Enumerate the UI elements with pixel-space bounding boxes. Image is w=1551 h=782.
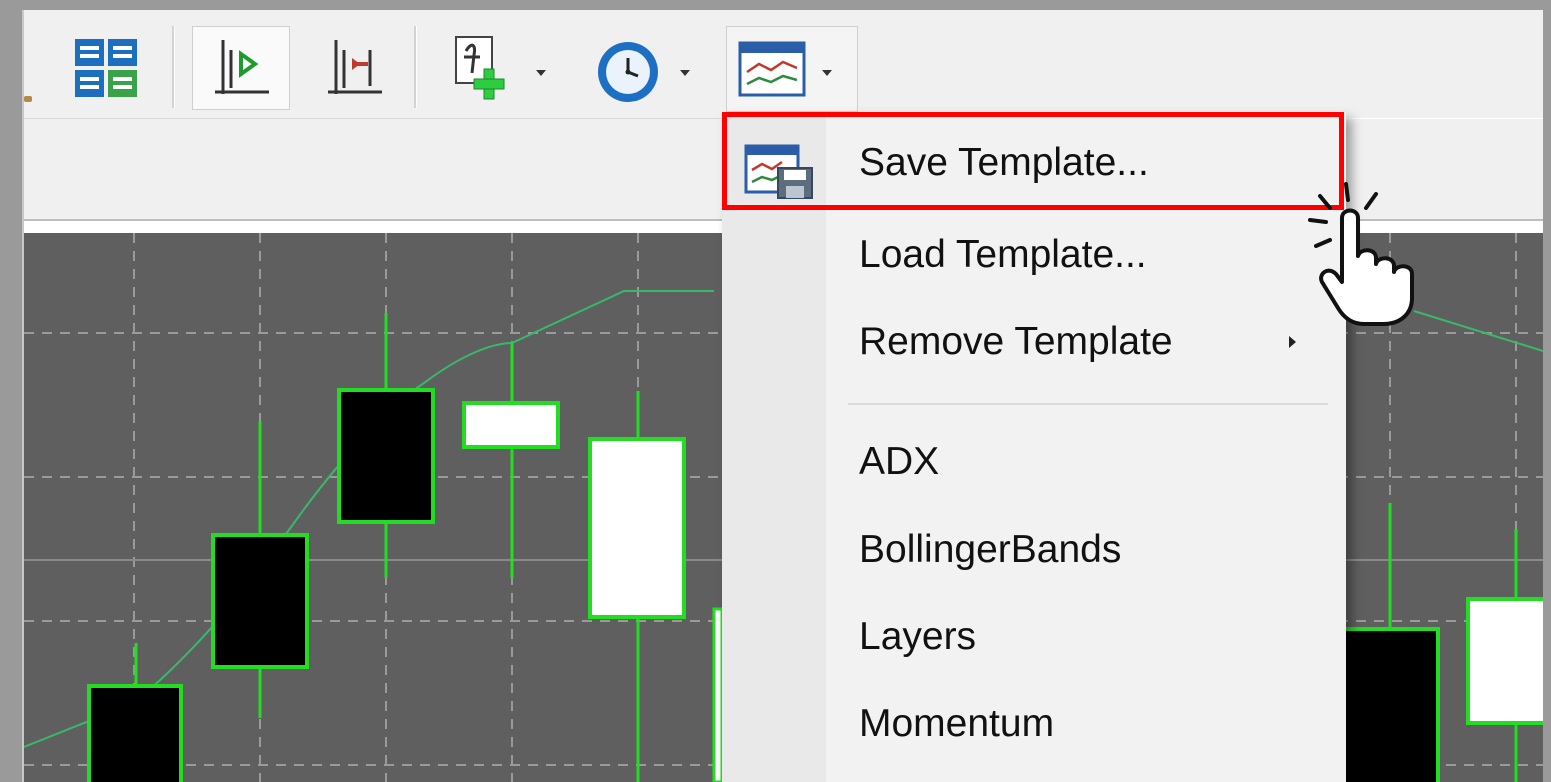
application-window: Save Template... Load Template... Remove… [0,0,1551,782]
menu-item-load-template[interactable]: Load Template... [722,212,1346,298]
clock-icon [598,42,658,102]
menu-item-label: BollingerBands [859,528,1122,571]
candle-bullish [588,437,686,619]
menu-item-label: Momentum [859,702,1055,745]
menu-item-save-template[interactable]: Save Template... [722,120,1346,206]
menu-item-label: ADX [859,440,940,483]
autoscroll-button[interactable] [192,26,290,110]
indicators-button[interactable] [446,30,522,106]
menu-item-label: Load Template... [859,233,1147,276]
periodicity-button[interactable] [590,34,666,110]
candle-bearish [211,533,309,669]
candle-bearish [87,684,183,782]
menu-item-template-adx[interactable]: ADX [722,419,1346,505]
templates-icon [738,41,806,97]
candle-bullish [712,607,724,782]
save-template-icon [744,144,813,199]
menu-item-label: Layers [859,615,977,658]
chart-shift-button[interactable] [314,30,394,106]
menu-item-template-layers[interactable]: Layers [722,594,1346,680]
toolbar-separator [172,26,175,108]
menu-item-label: Remove Template [859,320,1173,363]
templates-menu: Save Template... Load Template... Remove… [722,112,1346,782]
chart-shift-icon [328,40,382,94]
hand-pointer-icon [1308,182,1414,326]
window-border-left [0,0,22,782]
window-border-right [1543,0,1551,782]
menu-item-template-momentum[interactable]: Momentum [722,681,1346,767]
chart-header-strip [24,119,724,219]
toolbar-partial-icon [24,96,32,102]
templates-dropdown-arrow-icon[interactable] [822,70,832,76]
toolbar-separator [414,26,417,108]
indicators-icon [455,36,505,100]
submenu-arrow-icon [1289,336,1296,348]
data-window-button[interactable] [66,30,146,106]
menu-separator [848,403,1328,405]
candle-bullish [462,401,560,449]
periodicity-dropdown-arrow-icon[interactable] [680,70,690,76]
indicators-dropdown-arrow-icon[interactable] [536,70,546,76]
menu-item-label: Save Template... [859,141,1149,184]
candle-bearish [1340,627,1440,782]
candle-bearish [337,388,435,524]
menu-item-template-bollingerbands[interactable]: BollingerBands [722,507,1346,593]
window-border-top [0,0,1551,10]
data-window-icon [75,39,137,97]
candle-bullish [1466,597,1543,725]
menu-item-remove-template[interactable]: Remove Template [722,299,1346,385]
templates-button[interactable] [726,26,858,112]
autoscroll-icon [215,40,269,94]
